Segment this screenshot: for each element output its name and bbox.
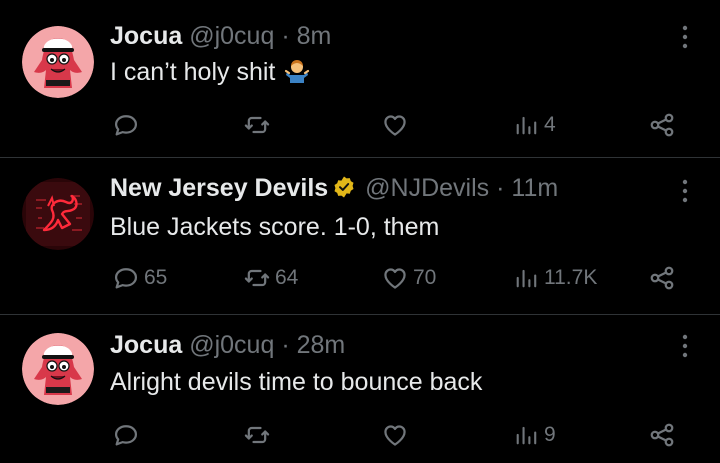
display-name[interactable]: Jocua: [110, 22, 182, 50]
reply-count: 65: [144, 266, 168, 289]
share-button[interactable]: [648, 261, 676, 295]
views-icon: [512, 421, 540, 449]
views-button[interactable]: 11.7K: [512, 261, 597, 295]
like-button[interactable]: 70: [381, 261, 436, 295]
display-name[interactable]: New Jersey Devils: [110, 174, 328, 202]
like-count: 70: [413, 266, 437, 289]
user-avatar[interactable]: [22, 333, 94, 405]
views-button[interactable]: 4: [512, 108, 556, 142]
like-button[interactable]: [381, 418, 413, 452]
tweet-header: New Jersey Devils @NJDevils · 11m: [110, 171, 558, 205]
tweet-text-row: Alright devils time to bounce back: [110, 366, 482, 398]
patrick-star-avatar-icon: [22, 26, 94, 98]
share-button[interactable]: [648, 108, 676, 142]
retweet-button[interactable]: 64: [243, 261, 298, 295]
view-count: 11.7K: [544, 266, 598, 289]
reply-button[interactable]: 65: [112, 261, 167, 295]
tweet-text-row: I can’t holy shit: [110, 56, 310, 88]
timestamp[interactable]: 8m: [297, 22, 332, 50]
reply-button[interactable]: [112, 418, 144, 452]
heart-icon: [381, 264, 409, 292]
user-avatar[interactable]: [22, 178, 94, 250]
display-name[interactable]: Jocua: [110, 331, 182, 359]
handle[interactable]: @NJDevils: [365, 174, 489, 202]
user-avatar[interactable]: [22, 26, 94, 98]
tweet-text: I can’t holy shit: [110, 58, 276, 86]
tweet-2[interactable]: New Jersey Devils @NJDevils · 11m Blue J…: [0, 158, 720, 314]
separator: ·: [281, 331, 290, 359]
timestamp[interactable]: 11m: [511, 174, 558, 202]
retweet-button[interactable]: [243, 418, 275, 452]
view-count: 9: [544, 423, 556, 446]
handle[interactable]: @j0cuq: [189, 22, 274, 50]
retweet-count: 64: [275, 266, 299, 289]
share-button[interactable]: [648, 418, 676, 452]
more-options-icon[interactable]: [676, 331, 694, 361]
views-icon: [512, 264, 540, 292]
like-button[interactable]: [381, 108, 413, 142]
more-options-icon[interactable]: [676, 22, 694, 52]
views-icon: [512, 111, 540, 139]
view-count: 4: [544, 113, 556, 136]
share-icon: [648, 264, 676, 292]
tweet-text: Blue Jackets score. 1-0, them: [110, 213, 440, 241]
retweet-icon: [243, 264, 271, 292]
share-icon: [648, 421, 676, 449]
nj-devils-logo-avatar-icon: [22, 178, 94, 250]
retweet-icon: [243, 421, 271, 449]
share-icon: [648, 111, 676, 139]
action-bar: 4: [0, 108, 720, 142]
tweet-text-row: Blue Jackets score. 1-0, them: [110, 211, 439, 243]
reply-button[interactable]: [112, 108, 144, 142]
patrick-star-avatar-icon: [22, 333, 94, 405]
timestamp[interactable]: 28m: [297, 331, 346, 359]
reply-icon: [112, 264, 140, 292]
retweet-button[interactable]: [243, 108, 275, 142]
tweet-text: Alright devils time to bounce back: [110, 368, 483, 396]
tweet-1[interactable]: Jocua @j0cuq · 8m I can’t holy shit 4: [0, 0, 720, 156]
heart-icon: [381, 111, 409, 139]
retweet-icon: [243, 111, 271, 139]
more-options-icon[interactable]: [676, 176, 694, 206]
separator: ·: [496, 174, 505, 202]
action-bar: 65 64 70 11.7K: [0, 261, 720, 295]
handle[interactable]: @j0cuq: [189, 331, 274, 359]
tweet-header: Jocua @j0cuq · 28m: [110, 328, 345, 362]
heart-icon: [381, 421, 409, 449]
tweet-3[interactable]: Jocua @j0cuq · 28m Alright devils time t…: [0, 315, 720, 463]
person-shrugging-emoji-icon: [284, 58, 310, 84]
action-bar: 9: [0, 418, 720, 452]
tweet-header: Jocua @j0cuq · 8m: [110, 19, 331, 53]
verified-badge-icon[interactable]: [332, 175, 356, 199]
views-button[interactable]: 9: [512, 418, 556, 452]
reply-icon: [112, 421, 140, 449]
reply-icon: [112, 111, 140, 139]
separator: ·: [281, 22, 290, 50]
